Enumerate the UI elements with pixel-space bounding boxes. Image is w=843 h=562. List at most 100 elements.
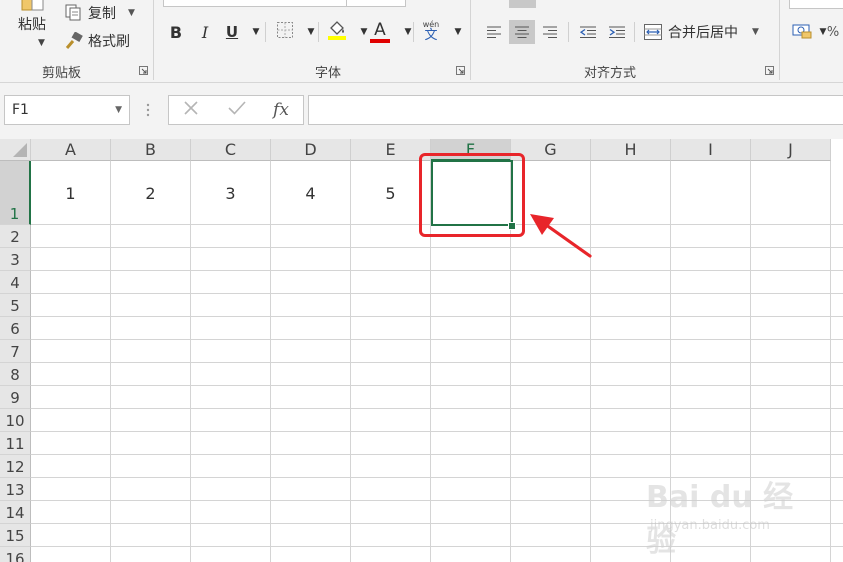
row-header-9[interactable]: 9 [0,386,31,409]
row-header-8[interactable]: 8 [0,363,31,386]
cell-d1[interactable]: 4 [271,161,350,225]
align-right-button[interactable] [537,20,563,44]
column-header-h[interactable]: H [591,139,671,161]
accounting-format-button[interactable] [792,20,812,44]
paste-icon [20,0,46,12]
italic-button[interactable]: I [195,20,215,44]
border-icon [276,21,294,43]
alignment-dialog-launcher-icon[interactable] [765,66,774,75]
copy-icon [64,4,84,22]
divider [568,22,569,42]
chevron-down-icon[interactable]: ▼ [250,20,262,44]
row-header-2[interactable]: 2 [0,225,31,248]
name-box[interactable]: F1 ▼ [4,95,130,125]
enter-button[interactable] [217,96,257,124]
formula-buttons: fx [168,95,304,125]
increase-indent-icon [609,26,625,38]
row-header-3[interactable]: 3 [0,248,31,271]
column-header-a[interactable]: A [31,139,111,161]
percent-style-button[interactable]: % [826,20,840,44]
font-group-label: 字体 [315,66,342,81]
gridline-row [31,270,843,271]
ribbon: 粘贴 ▼ 复制 ▼ 格式刷 剪贴板 B I U ▼ ▼ ▼ A ▼ wén 文 … [0,0,843,83]
resize-handle[interactable] [146,100,150,120]
format-painter-button[interactable]: 格式刷 [64,30,130,52]
watermark-url: jingyan.baidu.com [650,518,770,533]
highlight-box [419,153,525,237]
row-header-14[interactable]: 14 [0,501,31,524]
row-header-6[interactable]: 6 [0,317,31,340]
gridline-row [31,431,843,432]
annotation-arrow-icon [528,211,594,263]
paste-label: 粘贴 [18,17,46,33]
decrease-indent-button[interactable] [574,20,600,44]
gridline-row [31,247,843,248]
chevron-down-icon[interactable]: ▼ [752,27,759,37]
align-right-icon [543,26,557,38]
column-header-d[interactable]: D [271,139,351,161]
formula-input[interactable] [308,95,843,125]
decrease-indent-icon [580,26,596,38]
copy-label: 复制 [88,6,116,22]
chevron-down-icon[interactable]: ▼ [115,105,122,115]
name-box-value: F1 [12,102,29,118]
align-left-button[interactable] [481,20,507,44]
gridline-row [31,385,843,386]
cell-c1[interactable]: 3 [191,161,270,225]
increase-indent-button[interactable] [603,20,629,44]
clipboard-dialog-launcher-icon[interactable] [139,66,148,75]
chevron-down-icon: ▼ [38,38,45,48]
phonetic-guide-button[interactable]: wén 文 [420,20,442,44]
row-header-7[interactable]: 7 [0,340,31,363]
row-header-12[interactable]: 12 [0,455,31,478]
divider [413,22,414,42]
insert-function-button[interactable]: fx [261,96,301,124]
cell-a1[interactable]: 1 [31,161,110,225]
border-button[interactable] [274,20,296,44]
row-header-13[interactable]: 13 [0,478,31,501]
fill-color-button[interactable] [326,20,348,44]
gridline-row [31,454,843,455]
row-header-4[interactable]: 4 [0,271,31,294]
chevron-down-icon[interactable]: ▼ [305,20,317,44]
divider [634,22,635,42]
row-header-5[interactable]: 5 [0,294,31,317]
row-header-11[interactable]: 11 [0,432,31,455]
fill-bucket-icon [327,19,347,45]
font-size-box[interactable] [346,0,406,7]
column-header-i[interactable]: I [671,139,751,161]
gridline-column [830,161,831,562]
formula-bar: F1 ▼ fx [0,83,843,139]
font-color-button[interactable]: A [368,20,392,44]
row-header-10[interactable]: 10 [0,409,31,432]
number-format-box[interactable] [789,0,843,9]
group-separator [470,0,471,80]
row-header-16[interactable]: 16 [0,547,31,562]
merge-center-button[interactable]: 合并后居中 ▼ [644,20,759,44]
paste-button[interactable]: 粘贴 ▼ [8,0,58,58]
row-header-15[interactable]: 15 [0,524,31,547]
watermark-brand: Bai du 经验 [646,480,794,559]
format-painter-label: 格式刷 [88,34,130,50]
column-header-c[interactable]: C [191,139,271,161]
select-all-icon [13,143,27,157]
copy-button[interactable]: 复制 ▼ [64,2,135,24]
row-header-1[interactable]: 1 [0,161,31,225]
cell-b1[interactable]: 2 [111,161,190,225]
select-all-button[interactable] [0,139,31,161]
column-header-b[interactable]: B [111,139,191,161]
gridline-row [31,408,843,409]
column-header-j[interactable]: J [751,139,831,161]
chevron-down-icon[interactable]: ▼ [452,20,464,44]
top-align-button[interactable] [509,0,536,8]
font-name-box[interactable] [163,0,347,7]
underline-button[interactable]: U [222,20,242,44]
chevron-down-icon[interactable]: ▼ [128,8,135,18]
spreadsheet-grid[interactable]: A B C D E F G H I J 1 2 3 4 5 6 7 8 9 10 11 12 13 14 15 16 1 2 3 4 5 Ba… [0,139,843,562]
font-dialog-launcher-icon[interactable] [456,66,465,75]
cancel-button[interactable] [171,96,211,124]
bold-button[interactable]: B [166,20,186,44]
gridline-row [31,293,843,294]
close-icon [183,100,199,120]
align-center-button[interactable] [509,20,535,44]
